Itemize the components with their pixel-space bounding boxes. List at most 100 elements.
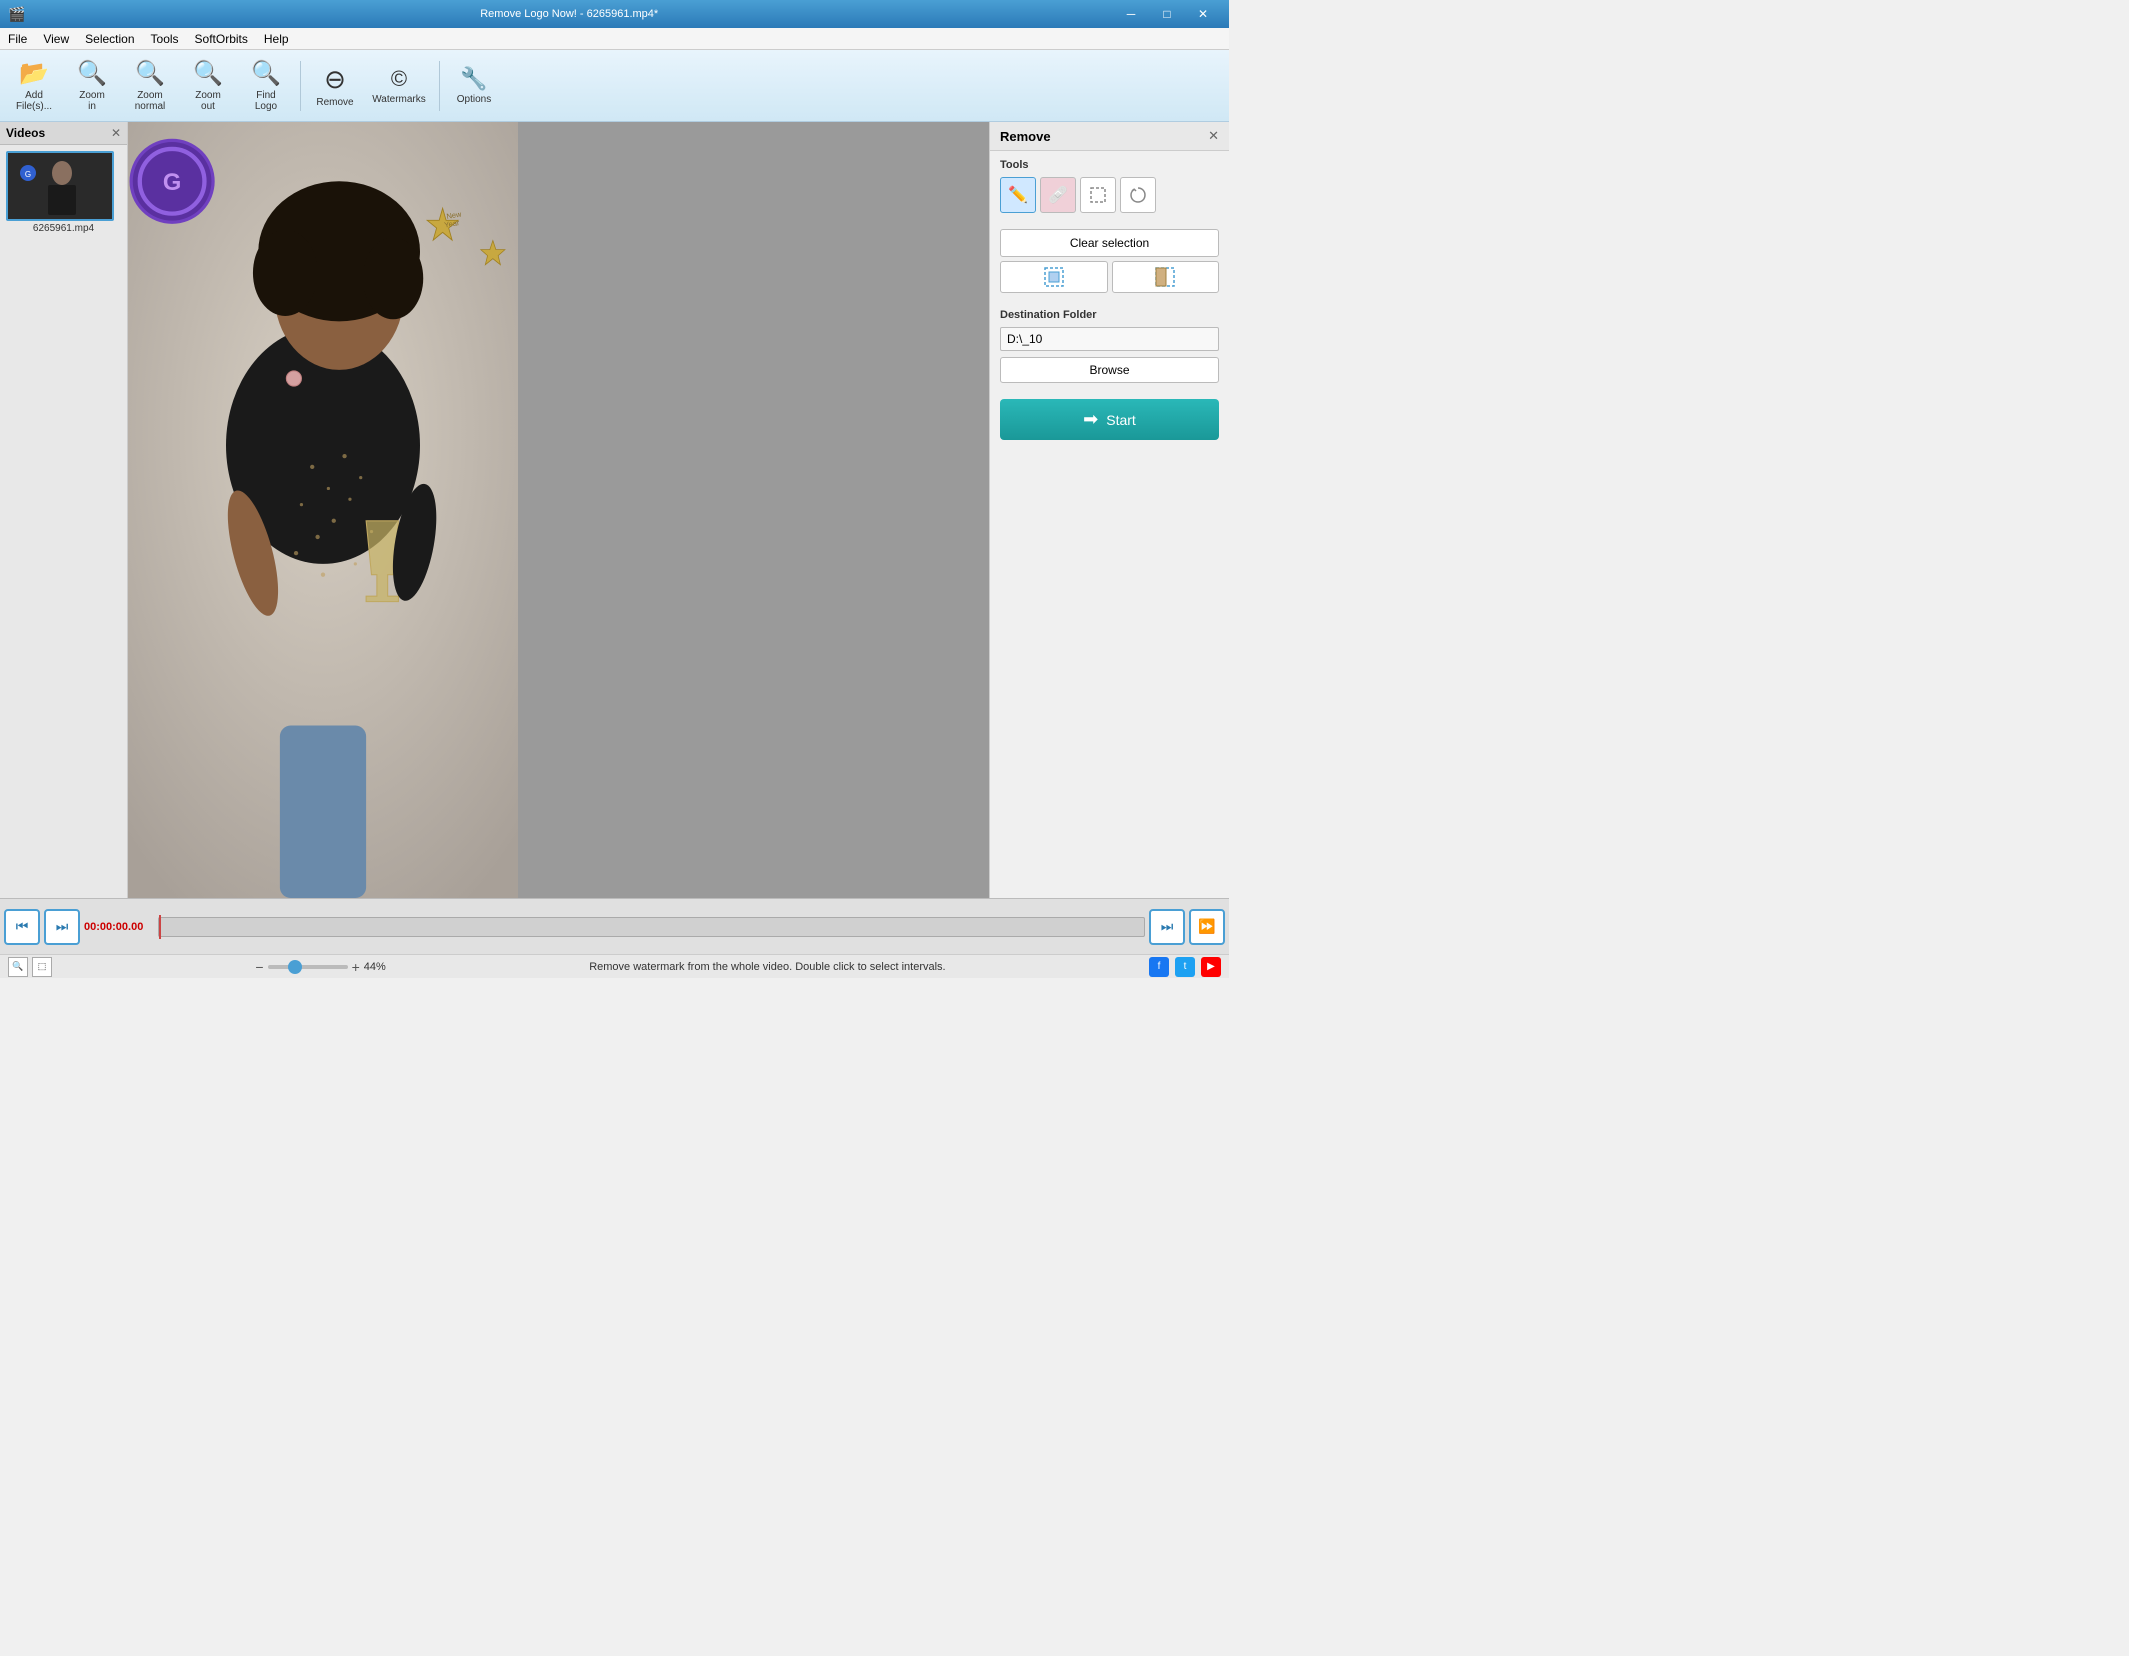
zoom-in-button[interactable]: 🔍 Zoomin: [64, 54, 120, 117]
tools-row: ✏️ 🩹: [1000, 177, 1219, 213]
sidebar-close-button[interactable]: ✕: [111, 126, 121, 140]
zoom-plus-button[interactable]: +: [352, 959, 360, 975]
add-files-button[interactable]: 📂 Add File(s)...: [6, 54, 62, 117]
watermarks-icon: ©: [391, 66, 407, 92]
zoom-handle[interactable]: [288, 960, 302, 974]
step-back-button[interactable]: ⏭: [44, 909, 80, 945]
watermarks-button[interactable]: © Watermarks: [365, 56, 433, 116]
timeline-time: 00:00:00.00: [84, 921, 154, 933]
sidebar: Videos ✕ G 6265961.mp4: [0, 122, 128, 898]
zoom-in-label: Zoomin: [79, 90, 105, 112]
select-all-button[interactable]: [1000, 261, 1108, 293]
toolbar-separator-1: [300, 61, 301, 111]
clear-selection-area: Clear selection: [990, 229, 1229, 301]
zoom-minus-button[interactable]: −: [255, 959, 263, 975]
toolbar-separator-2: [439, 61, 440, 111]
twitter-icon[interactable]: t: [1175, 957, 1195, 977]
thumbnail-image: G: [6, 151, 114, 221]
gray-area: [518, 122, 989, 898]
timeline: ⏮ ⏭ 00:00:00.00 ⏭ ⏩: [0, 898, 1229, 954]
video-canvas: G New Year: [128, 122, 518, 898]
step-forward-button[interactable]: ⏭: [1149, 909, 1185, 945]
window-controls: ─ □ ✕: [1113, 0, 1221, 28]
lasso-tool-button[interactable]: [1120, 177, 1156, 213]
sidebar-header: Videos ✕: [0, 122, 127, 145]
remove-button[interactable]: ⊖ Remove: [307, 56, 363, 116]
start-arrow-icon: ➡: [1083, 409, 1098, 430]
remove-icon: ⊖: [324, 64, 346, 95]
remove-label: Remove: [316, 97, 353, 108]
youtube-icon[interactable]: ▶: [1201, 957, 1221, 977]
zoom-normal-button[interactable]: 🔍 Zoomnormal: [122, 54, 178, 117]
select-partial-button[interactable]: [1112, 261, 1220, 293]
svg-text:G: G: [163, 170, 181, 196]
tools-section: Tools ✏️ 🩹: [990, 151, 1229, 229]
timeline-right-buttons: ⏭ ⏩: [1149, 909, 1225, 945]
start-button[interactable]: ➡ Start: [1000, 399, 1219, 440]
facebook-icon[interactable]: f: [1149, 957, 1169, 977]
minimize-button[interactable]: ─: [1113, 0, 1149, 28]
statusbar: 🔍 ⬚ − + 44% Remove watermark from the wh…: [0, 954, 1229, 978]
social-icons: f t ▶: [1149, 957, 1221, 977]
menu-view[interactable]: View: [35, 28, 77, 49]
video-thumbnail[interactable]: G 6265961.mp4: [6, 151, 121, 234]
add-files-label: Add File(s)...: [16, 90, 52, 112]
options-icon: 🔧: [460, 66, 487, 92]
menu-tools[interactable]: Tools: [143, 28, 187, 49]
main-content: Videos ✕ G 6265961.mp4: [0, 122, 1229, 898]
titlebar: 🎬 Remove Logo Now! - 6265961.mp4* ─ □ ✕: [0, 0, 1229, 28]
menu-softorbits[interactable]: SoftOrbits: [187, 28, 256, 49]
panel-title: Remove: [1000, 129, 1051, 144]
browse-button[interactable]: Browse: [1000, 357, 1219, 383]
zoom-slider[interactable]: [268, 965, 348, 969]
thumbnail-label: 6265961.mp4: [6, 223, 121, 234]
toolbar: 📂 Add File(s)... 🔍 Zoomin 🔍 Zoomnormal 🔍…: [0, 50, 1229, 122]
add-files-icon: 📂: [19, 59, 49, 88]
pencil-tool-button[interactable]: ✏️: [1000, 177, 1036, 213]
find-logo-label: FindLogo: [255, 90, 277, 112]
menubar: File View Selection Tools SoftOrbits Hel…: [0, 28, 1229, 50]
options-button[interactable]: 🔧 Options: [446, 56, 502, 116]
svg-text:G: G: [25, 170, 31, 179]
zoom-out-icon: 🔍: [193, 59, 223, 88]
watermarks-label: Watermarks: [372, 94, 426, 105]
zoom-out-button[interactable]: 🔍 Zoomout: [180, 54, 236, 117]
zoom-fit-button[interactable]: 🔍: [8, 957, 28, 977]
destination-input[interactable]: [1000, 327, 1219, 351]
app-icon: 🎬: [8, 6, 25, 23]
find-logo-button[interactable]: 🔍 FindLogo: [238, 54, 294, 117]
zoom-in-icon: 🔍: [77, 59, 107, 88]
clear-selection-button[interactable]: Clear selection: [1000, 229, 1219, 257]
video-area: G New Year: [128, 122, 989, 898]
timeline-track[interactable]: [158, 917, 1145, 937]
options-label: Options: [457, 94, 491, 105]
menu-selection[interactable]: Selection: [77, 28, 142, 49]
selection-mode-row: [1000, 261, 1219, 293]
zoom-out-label: Zoomout: [195, 90, 221, 112]
eraser-tool-button[interactable]: 🩹: [1040, 177, 1076, 213]
go-to-start-button[interactable]: ⏮: [4, 909, 40, 945]
menu-file[interactable]: File: [0, 28, 35, 49]
menu-help[interactable]: Help: [256, 28, 297, 49]
go-to-end-button[interactable]: ⏩: [1189, 909, 1225, 945]
statusbar-message: Remove watermark from the whole video. D…: [589, 961, 945, 973]
maximize-button[interactable]: □: [1149, 0, 1185, 28]
panel-header: Remove ✕: [990, 122, 1229, 151]
window-title: Remove Logo Now! - 6265961.mp4*: [25, 8, 1113, 20]
find-logo-icon: 🔍: [251, 59, 281, 88]
rect-select-tool-button[interactable]: [1080, 177, 1116, 213]
destination-label: Destination Folder: [1000, 309, 1219, 321]
timeline-playhead: [159, 915, 161, 939]
zoom-level: 44%: [364, 961, 386, 973]
zoom-select-button[interactable]: ⬚: [32, 957, 52, 977]
close-button[interactable]: ✕: [1185, 0, 1221, 28]
zoom-normal-label: Zoomnormal: [135, 90, 166, 112]
destination-folder-section: Destination Folder Browse: [990, 301, 1229, 391]
right-panel: Remove ✕ Tools ✏️ 🩹 Clear selection: [989, 122, 1229, 898]
panel-close-button[interactable]: ✕: [1208, 128, 1219, 144]
sidebar-title: Videos: [6, 126, 45, 140]
zoom-control: − + 44%: [255, 959, 385, 975]
start-label: Start: [1106, 412, 1136, 428]
tools-label: Tools: [1000, 159, 1219, 171]
statusbar-left: 🔍 ⬚: [8, 957, 52, 977]
